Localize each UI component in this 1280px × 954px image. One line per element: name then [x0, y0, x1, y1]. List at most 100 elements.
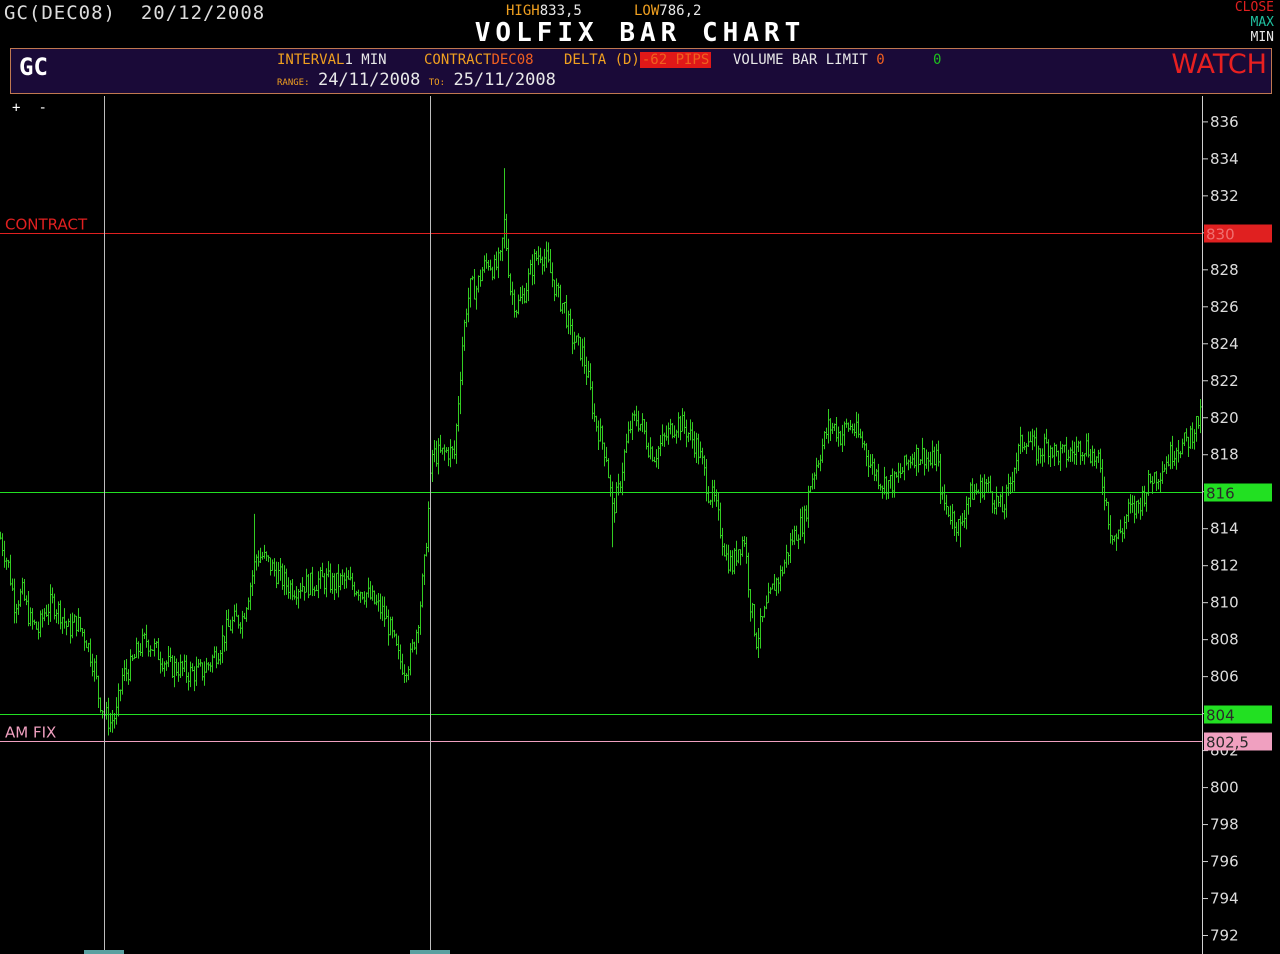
price-bar — [520, 287, 522, 302]
price-bar — [866, 443, 868, 467]
price-bar — [502, 237, 504, 262]
price-bar — [806, 505, 808, 522]
price-bar — [120, 689, 122, 702]
price-bar — [762, 616, 764, 623]
price-bar — [1124, 516, 1126, 539]
bar-chart[interactable]: CONTRACTAM FIX 7927947967988008028048068… — [0, 96, 1280, 954]
price-bar — [686, 419, 688, 448]
price-bar — [208, 662, 210, 671]
price-bar — [42, 609, 44, 628]
price-bar — [100, 697, 102, 713]
price-bar — [1110, 515, 1112, 544]
price-bar — [126, 658, 128, 682]
price-bar — [670, 418, 672, 435]
price-bar — [212, 654, 214, 673]
price-bar — [674, 425, 676, 438]
price-bar — [192, 663, 194, 672]
price-bar — [788, 552, 790, 565]
volume-limit-field[interactable]: VOLUME BAR LIMIT 0 — [733, 52, 885, 68]
price-bar — [640, 423, 642, 431]
price-bar — [800, 508, 802, 541]
price-bar — [494, 254, 496, 280]
price-bar — [480, 269, 482, 287]
price-bar — [860, 428, 862, 439]
close-button[interactable]: CLOSE — [1235, 0, 1274, 15]
price-bar — [728, 544, 730, 574]
price-bar — [508, 238, 510, 279]
price-bar — [1044, 433, 1046, 463]
price-bar — [498, 247, 500, 279]
price-bar — [74, 614, 76, 623]
price-bar — [218, 653, 220, 665]
y-tick-label: 828 — [1210, 261, 1239, 279]
price-bar — [590, 363, 592, 391]
price-bar — [12, 578, 14, 591]
price-bar — [828, 408, 830, 444]
price-bar — [222, 625, 224, 664]
price-bar — [854, 423, 856, 437]
price-bar — [72, 612, 74, 639]
price-bar — [32, 608, 34, 630]
interval-field[interactable]: INTERVAL1 MIN — [277, 52, 387, 68]
price-bar — [518, 294, 520, 315]
price-bar — [1190, 425, 1192, 449]
price-bar — [944, 484, 946, 511]
cursor-handle[interactable] — [410, 950, 450, 954]
price-bar — [576, 335, 578, 343]
contract-field[interactable]: CONTRACTDEC08 — [424, 52, 534, 68]
price-bar — [894, 471, 896, 498]
price-bar — [376, 594, 378, 606]
cursor-handle[interactable] — [84, 950, 124, 954]
price-bar — [1002, 486, 1004, 513]
minimize-button[interactable]: MIN — [1235, 30, 1274, 45]
price-bar — [84, 629, 86, 651]
price-bar — [26, 595, 28, 606]
price-bar — [490, 259, 492, 271]
price-bar — [766, 595, 768, 610]
price-bar — [404, 664, 406, 683]
price-bar — [824, 431, 826, 450]
price-bar — [22, 577, 24, 595]
price-bar — [46, 604, 48, 617]
price-bar — [34, 619, 36, 625]
price-bar — [832, 422, 834, 435]
y-tick-label: 812 — [1210, 557, 1239, 575]
range-field[interactable]: RANGE: 24/11/2008 TO: 25/11/2008 — [277, 70, 556, 90]
price-bar — [932, 440, 934, 469]
price-bar — [814, 472, 816, 490]
price-bar — [444, 444, 446, 461]
price-bar — [544, 248, 546, 272]
price-bar — [628, 421, 630, 444]
price-bar — [330, 563, 332, 593]
price-bar — [1022, 434, 1024, 453]
price-bar — [790, 532, 792, 564]
high-value: 833,5 — [539, 3, 582, 19]
price-bar — [722, 527, 724, 556]
price-bar — [660, 434, 662, 457]
volume-limit-label: VOLUME BAR LIMIT — [733, 52, 868, 68]
maximize-button[interactable]: MAX — [1235, 15, 1274, 30]
price-bar — [0, 531, 2, 540]
delta-field[interactable]: DELTA (D) -62 PIPS — [564, 52, 712, 68]
price-bar — [140, 643, 142, 656]
price-bar — [750, 589, 752, 622]
price-bar — [594, 403, 596, 422]
price-bar — [912, 453, 914, 466]
price-bar — [250, 582, 252, 611]
price-bar — [450, 439, 452, 468]
y-tick-label: 798 — [1210, 816, 1239, 834]
price-bar — [90, 638, 92, 667]
price-bar — [942, 486, 944, 500]
y-tick-label: 800 — [1210, 779, 1239, 797]
price-bar — [410, 643, 412, 676]
range-from: 24/11/2008 — [317, 70, 421, 90]
watch-button[interactable]: WATCH — [1171, 49, 1267, 80]
price-bar — [328, 561, 330, 578]
price-bar — [1200, 399, 1202, 434]
price-bar — [668, 422, 670, 445]
price-bar — [314, 586, 316, 597]
price-bar — [234, 604, 236, 623]
price-bar — [914, 451, 916, 469]
price-bar — [158, 637, 160, 661]
price-bar — [734, 548, 736, 575]
